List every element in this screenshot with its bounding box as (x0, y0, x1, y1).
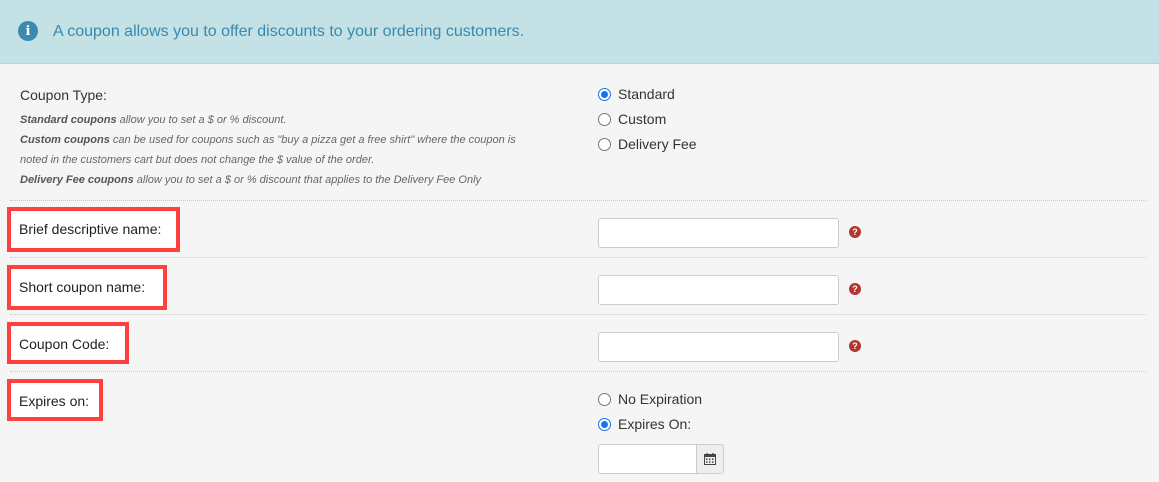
calendar-icon[interactable] (696, 444, 724, 474)
calendar-icon-glyph (704, 453, 716, 465)
short-name-label: Short coupon name: (19, 279, 146, 295)
radio-label: No Expiration (618, 391, 703, 407)
description-line: Custom coupons can be used for coupons s… (20, 134, 516, 146)
brief-name-label-box: Brief descriptive name: (7, 207, 180, 252)
coupon-code-input[interactable] (598, 332, 839, 362)
coupon-type-descriptions: Standard coupons allow you to set a $ or… (20, 110, 580, 190)
row-divider (10, 371, 1146, 372)
banner-message: A coupon allows you to offer discounts t… (53, 23, 525, 40)
radio-standard[interactable]: Standard (598, 85, 675, 103)
row-divider (10, 257, 1146, 258)
radio-label: Standard (618, 86, 675, 102)
row-divider (10, 314, 1146, 315)
description-line: Delivery Fee coupons allow you to set a … (20, 174, 482, 186)
radio-button[interactable] (598, 137, 611, 151)
radio-delivery-fee[interactable]: Delivery Fee (598, 135, 697, 153)
coupon-type-label: Coupon Type: (20, 87, 107, 103)
description-line: Standard coupons allow you to set a $ or… (20, 114, 287, 126)
brief-name-input[interactable] (598, 218, 839, 248)
radio-custom[interactable]: Custom (598, 110, 666, 128)
row-divider (10, 200, 1146, 201)
radio-label: Custom (618, 111, 667, 127)
short-name-label-box: Short coupon name: (7, 265, 167, 310)
question-icon[interactable]: ? (849, 226, 861, 238)
expires-label: Expires on: (19, 393, 90, 409)
coupon-code-label: Coupon Code: (19, 336, 110, 352)
radio-button[interactable] (598, 417, 611, 431)
expiry-date-input[interactable] (598, 444, 697, 474)
brief-name-label: Brief descriptive name: (19, 221, 162, 237)
question-icon[interactable]: ? (849, 340, 861, 352)
radio-no-expiration[interactable]: No Expiration (598, 390, 702, 408)
info-banner: i A coupon allows you to offer discounts… (0, 0, 1159, 64)
expires-label-box: Expires on: (7, 379, 103, 421)
question-icon[interactable]: ? (849, 283, 861, 295)
radio-label: Delivery Fee (618, 136, 697, 152)
radio-button[interactable] (598, 87, 611, 101)
radio-expires-on[interactable]: Expires On: (598, 415, 691, 433)
radio-label: Expires On: (618, 416, 692, 432)
coupon-code-label-box: Coupon Code: (7, 322, 129, 364)
short-name-input[interactable] (598, 275, 839, 305)
radio-button[interactable] (598, 392, 611, 406)
radio-button[interactable] (598, 112, 611, 126)
description-line: noted in the customers cart but does not… (20, 154, 375, 166)
info-icon: i (18, 21, 38, 41)
